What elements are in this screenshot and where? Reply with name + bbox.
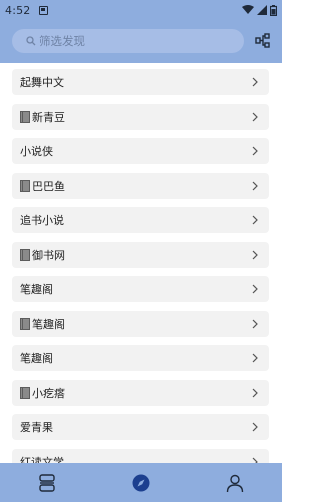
source-label: 御书网	[32, 249, 65, 262]
source-item[interactable]: 红读文学	[12, 449, 269, 463]
chevron-right-icon	[252, 215, 258, 225]
tab-discover[interactable]	[121, 467, 161, 499]
battery-icon	[270, 4, 277, 16]
source-label: 起舞中文	[20, 76, 64, 89]
person-icon	[226, 474, 244, 492]
tab-bookshelf[interactable]	[27, 467, 67, 499]
book-icon	[20, 318, 30, 330]
chevron-right-icon	[252, 353, 258, 363]
signal-icon	[257, 5, 267, 15]
status-time: 4:52	[5, 3, 31, 17]
source-label: 笔趣阁	[20, 352, 53, 365]
notification-icon	[38, 5, 48, 15]
source-label: 小说侠	[20, 145, 53, 158]
source-label: 笔趣阁	[32, 318, 65, 331]
search-icon	[26, 36, 36, 46]
chevron-right-icon	[252, 250, 258, 260]
book-icon	[20, 249, 30, 261]
chevron-right-icon	[252, 181, 258, 191]
source-label: 笔趣阁	[20, 283, 53, 296]
source-item[interactable]: 笔趣阁	[12, 345, 269, 371]
source-label: 新青豆	[32, 111, 65, 124]
source-label: 巴巴鱼	[32, 180, 65, 193]
status-bar: 4:52	[0, 0, 282, 20]
search-placeholder: 筛选发现	[39, 34, 85, 48]
source-item[interactable]: 爱青果	[12, 414, 269, 440]
bottom-navigation	[0, 463, 282, 502]
tab-profile[interactable]	[215, 467, 255, 499]
source-label: 爱青果	[20, 421, 53, 434]
bookshelf-icon	[39, 473, 55, 492]
source-item[interactable]: 起舞中文	[12, 69, 269, 95]
book-icon	[20, 111, 30, 123]
source-item[interactable]: 笔趣阁	[12, 311, 269, 337]
source-item[interactable]: 新青豆	[12, 104, 269, 130]
source-label: 小疙瘩	[32, 387, 65, 400]
chevron-right-icon	[252, 112, 258, 122]
top-header: 4:52 筛选发现	[0, 0, 282, 63]
search-bar[interactable]: 筛选发现	[12, 29, 244, 53]
chevron-right-icon	[252, 388, 258, 398]
chevron-right-icon	[252, 284, 258, 294]
chevron-right-icon	[252, 146, 258, 156]
discover-source-list: 起舞中文 新青豆 小说侠 巴巴鱼 追书小说 御书网 笔趣阁 笔趣阁 笔趣阁 小疙	[12, 63, 269, 463]
wifi-icon	[242, 5, 254, 14]
source-label: 红读文学	[20, 456, 64, 463]
category-filter-button[interactable]	[253, 31, 273, 51]
book-icon	[20, 180, 30, 192]
book-icon	[20, 387, 30, 399]
chevron-right-icon	[252, 319, 258, 329]
chevron-right-icon	[252, 457, 258, 463]
chevron-right-icon	[252, 422, 258, 432]
chevron-right-icon	[252, 77, 258, 87]
source-item[interactable]: 巴巴鱼	[12, 173, 269, 199]
compass-icon	[132, 474, 150, 491]
source-item[interactable]: 御书网	[12, 242, 269, 268]
source-label: 追书小说	[20, 214, 64, 227]
tree-structure-icon	[255, 33, 270, 48]
source-item[interactable]: 笔趣阁	[12, 276, 269, 302]
source-item[interactable]: 追书小说	[12, 207, 269, 233]
source-item[interactable]: 小疙瘩	[12, 380, 269, 406]
source-item[interactable]: 小说侠	[12, 138, 269, 164]
